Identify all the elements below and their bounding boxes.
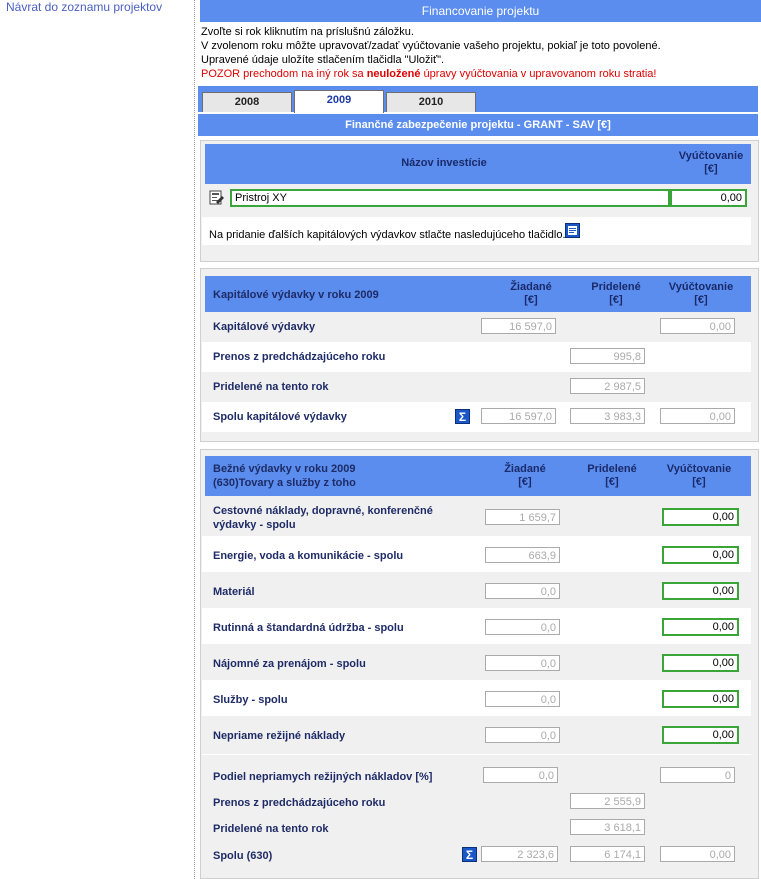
row-label: Služby - spolu xyxy=(213,694,288,706)
settle-input[interactable]: 0,00 xyxy=(662,618,739,636)
separator xyxy=(202,754,751,755)
year-tabs: 2008 2009 2010 xyxy=(198,86,758,113)
tab-2010[interactable]: 2010 xyxy=(386,92,476,112)
row-label: Kapitálové výdavky xyxy=(213,321,316,333)
row-label: Prenos z predchádzajúceho roku xyxy=(213,797,386,809)
row-label: Spolu kapitálové výdavky xyxy=(213,411,347,423)
column-header-settle: Vyúčtovanie [€] xyxy=(666,463,732,488)
requested-input[interactable]: 0,0 xyxy=(485,727,560,743)
investment-settle-input[interactable]: 0,00 xyxy=(670,189,747,207)
settle-input[interactable]: 0,00 xyxy=(662,726,739,744)
intro-line: Zvoľte si rok kliknutím na príslušnú zál… xyxy=(201,26,414,38)
total-allocated-input[interactable]: 3 983,3 xyxy=(570,408,645,424)
total-requested-input[interactable]: 16 597,0 xyxy=(481,408,556,424)
total-allocated-input[interactable]: 6 174,1 xyxy=(570,846,645,862)
divider xyxy=(194,0,195,879)
intro-line: Upravené údaje uložíte stlačením tlačidl… xyxy=(201,54,445,66)
capital-title: Kapitálové výdavky v roku 2009 xyxy=(213,289,379,301)
requested-input[interactable]: 1 659,7 xyxy=(485,509,560,525)
total-requested-input[interactable]: 2 323,6 xyxy=(481,846,558,862)
edit-document-icon[interactable] xyxy=(209,190,225,206)
column-header-allocated: Pridelené [€] xyxy=(591,281,641,306)
settle-input[interactable]: 0,00 xyxy=(662,508,739,526)
settle-input[interactable]: 0,00 xyxy=(662,546,739,564)
total-settle-input[interactable]: 0,00 xyxy=(660,846,735,862)
section-subtitle: Finančné zabezpečenie projektu - GRANT -… xyxy=(198,114,758,136)
total-settle-input[interactable]: 0,00 xyxy=(660,408,735,424)
transfer-allocated-input[interactable]: 2 555,9 xyxy=(570,793,645,809)
instructions: Zvoľte si rok kliknutím na príslušnú zál… xyxy=(198,22,761,81)
sum-button[interactable]: Σ xyxy=(455,409,470,424)
investment-panel: Názov investície Vyúčtovanie [€] Pristroj… xyxy=(200,140,759,262)
row-label: Cestovné náklady, dopravné, konferenčné v… xyxy=(213,505,433,531)
add-expense-hint: Na pridanie ďalších kapitálových výdavko… xyxy=(209,229,566,241)
main-content: Financovanie projektu Zvoľte si rok klik… xyxy=(198,0,761,879)
requested-input[interactable]: 0,0 xyxy=(485,691,560,707)
settle-input[interactable]: 0,00 xyxy=(662,582,739,600)
column-header-name: Názov investície xyxy=(401,157,487,169)
requested-input[interactable]: 663,9 xyxy=(485,547,560,563)
row-label: Nepriame režijné náklady xyxy=(213,730,346,742)
current-title: Bežné výdavky v roku 2009 (630)Tovary a s… xyxy=(213,463,356,489)
warning-text: POZOR prechodom na iný rok sa neuložené … xyxy=(201,68,657,80)
allocated-input[interactable]: 2 987,5 xyxy=(570,378,645,394)
share-requested-input[interactable]: 0,0 xyxy=(483,767,558,783)
intro-line: V zvolenom roku môžte upravovať/zadať vy… xyxy=(201,40,661,52)
transfer-allocated-input[interactable]: 995,8 xyxy=(570,348,645,364)
capital-panel: Kapitálové výdavky v roku 2009 Žiadané [€… xyxy=(200,268,759,442)
add-expense-icon[interactable] xyxy=(565,223,580,238)
share-settle-input[interactable]: 0 xyxy=(660,767,735,783)
row-label: Energie, voda a komunikácie - spolu xyxy=(213,550,404,562)
column-header-settle: Vyúčtovanie [€] xyxy=(678,150,744,175)
column-header-allocated: Pridelené [€] xyxy=(587,463,637,488)
current-expenses-panel: Bežné výdavky v roku 2009 (630)Tovary a s… xyxy=(200,449,759,879)
investment-name-input[interactable]: Pristroj XY xyxy=(230,189,670,207)
column-header-requested: Žiadané [€] xyxy=(510,281,552,306)
allocated-input[interactable]: 3 618,1 xyxy=(570,819,645,835)
settle-input[interactable]: 0,00 xyxy=(662,654,739,672)
requested-input[interactable]: 0,0 xyxy=(485,619,560,635)
capital-settle-input[interactable]: 0,00 xyxy=(660,318,735,334)
column-header-requested: Žiadané [€] xyxy=(504,463,546,488)
row-label: Materiál xyxy=(213,586,255,598)
row-label: Prenos z predchádzajúceho roku xyxy=(213,351,386,363)
row-label: Spolu (630) xyxy=(213,850,273,862)
back-to-projects-link[interactable]: Návrat do zoznamu projektov xyxy=(6,0,162,14)
settle-input[interactable]: 0,00 xyxy=(662,690,739,708)
row-label: Pridelené na tento rok xyxy=(213,823,329,835)
capital-requested-input[interactable]: 16 597,0 xyxy=(481,318,556,334)
row-label: Rutinná a štandardná údržba - spolu xyxy=(213,622,404,634)
row-label: Podiel nepriamych režijných nákladov [%] xyxy=(213,771,433,783)
requested-input[interactable]: 0,0 xyxy=(485,655,560,671)
requested-input[interactable]: 0,0 xyxy=(485,583,560,599)
page-title: Financovanie projektu xyxy=(200,0,761,22)
tab-2008[interactable]: 2008 xyxy=(202,92,292,112)
row-label: Pridelené na tento rok xyxy=(213,381,329,393)
sum-button[interactable]: Σ xyxy=(462,847,477,862)
column-header-settle: Vyúčtovanie [€] xyxy=(668,281,734,306)
row-label: Nájomné za prenájom - spolu xyxy=(213,658,366,670)
tab-2009[interactable]: 2009 xyxy=(294,90,384,113)
